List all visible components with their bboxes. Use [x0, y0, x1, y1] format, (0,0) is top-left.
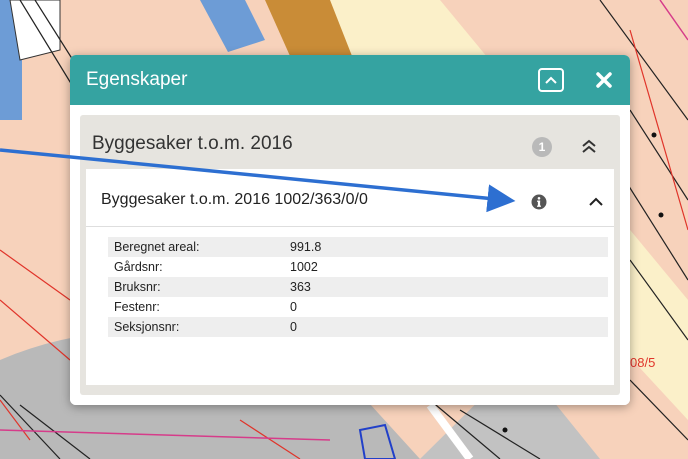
attribute-value: 363 — [284, 277, 608, 297]
chevron-up-icon[interactable] — [586, 192, 606, 212]
attribute-key: Festenr: — [114, 300, 160, 314]
attribute-key: Gårdsnr: — [114, 260, 163, 274]
properties-popup: Egenskaper Byggesaker t.o.m. 2016 1 Bygg… — [70, 55, 630, 405]
attribute-key: Bruksnr: — [108, 277, 284, 297]
feature-panel: Byggesaker t.o.m. 2016 1002/363/0/0 Bere… — [86, 169, 614, 385]
attribute-value: 0 — [290, 300, 297, 314]
layer-title: Byggesaker t.o.m. 2016 — [92, 133, 293, 154]
chevron-up-icon — [545, 76, 557, 84]
attribute-table: Beregnet areal: 991.8 Gårdsnr: 1002 Bruk… — [108, 237, 608, 337]
feature-title: Byggesaker t.o.m. 2016 1002/363/0/0 — [101, 191, 368, 208]
table-row: Seksjonsnr: 0 — [108, 317, 608, 337]
table-row: Bruksnr: 363 — [108, 277, 608, 297]
layer-panel: Byggesaker t.o.m. 2016 1 Byggesaker t.o.… — [80, 115, 620, 395]
table-row: Festenr: 0 — [108, 297, 608, 317]
popup-title: Egenskaper — [86, 69, 188, 90]
attribute-value: 1002 — [290, 260, 318, 274]
parcel-number-label: 08/5 — [630, 355, 656, 370]
collapse-popup-button[interactable] — [538, 68, 564, 92]
table-row: Beregnet areal: 991.8 — [108, 237, 608, 257]
popup-header[interactable]: Egenskaper — [70, 55, 630, 105]
feature-count-badge: 1 — [532, 137, 552, 157]
double-chevron-up-icon[interactable] — [577, 134, 601, 158]
table-row: Gårdsnr: 1002 — [108, 257, 608, 277]
popup-body: Byggesaker t.o.m. 2016 1 Byggesaker t.o.… — [70, 105, 630, 405]
close-popup-button[interactable] — [590, 66, 618, 94]
feature-header[interactable]: Byggesaker t.o.m. 2016 1002/363/0/0 — [86, 169, 614, 227]
attribute-value: 0 — [284, 317, 608, 337]
attribute-key: Beregnet areal: — [108, 237, 284, 257]
attribute-value: 991.8 — [284, 237, 608, 257]
info-icon[interactable] — [531, 194, 547, 210]
close-icon — [596, 72, 612, 88]
attribute-key: Seksjonsnr: — [108, 317, 284, 337]
